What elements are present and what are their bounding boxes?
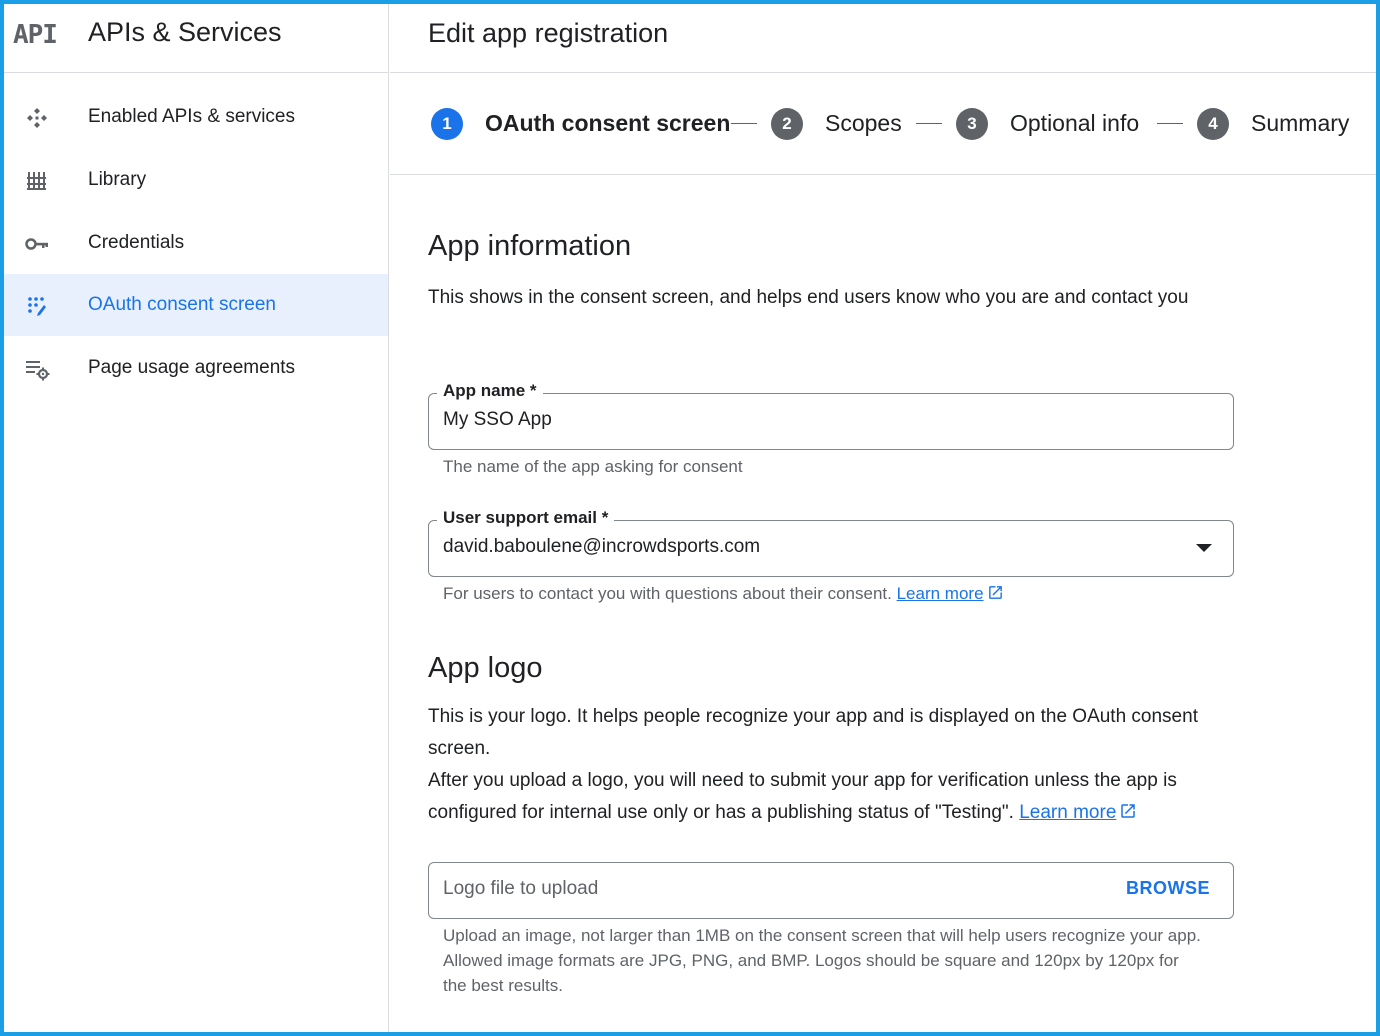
key-icon bbox=[24, 231, 50, 257]
sidebar-item-page-usage-agreements[interactable]: Page usage agreements bbox=[4, 337, 388, 399]
step-divider bbox=[1157, 123, 1183, 124]
user-support-email-select[interactable]: User support email * david.baboulene@inc… bbox=[428, 508, 1234, 577]
app-logo-title: App logo bbox=[428, 652, 543, 684]
app-name-label: App name * bbox=[437, 381, 543, 401]
library-icon bbox=[24, 168, 50, 194]
main-content: Edit app registration 1 OAuth consent sc… bbox=[390, 4, 1376, 1032]
step-3-number[interactable]: 3 bbox=[956, 108, 988, 140]
learn-more-link[interactable]: Learn more bbox=[1019, 802, 1116, 823]
sidebar-item-label: OAuth consent screen bbox=[88, 294, 276, 315]
app-logo-description-2: After you upload a logo, you will need t… bbox=[428, 765, 1228, 829]
sidebar-item-oauth-consent-screen[interactable]: OAuth consent screen bbox=[4, 274, 388, 336]
step-4-number[interactable]: 4 bbox=[1197, 108, 1229, 140]
settings-list-icon bbox=[24, 356, 50, 382]
app-information-description: This shows in the consent screen, and he… bbox=[428, 287, 1189, 308]
app-name-helper: The name of the app asking for consent bbox=[443, 457, 743, 476]
stepper: 1 OAuth consent screen 2 Scopes 3 Option… bbox=[390, 74, 1376, 175]
sidebar: API APIs & Services Enabled APIs & servi… bbox=[4, 4, 389, 1032]
user-support-email-value[interactable]: david.baboulene@incrowdsports.com bbox=[443, 536, 760, 558]
step-1-number[interactable]: 1 bbox=[431, 108, 463, 140]
step-divider bbox=[731, 123, 757, 124]
api-logo: API bbox=[13, 20, 58, 50]
step-1-label[interactable]: OAuth consent screen bbox=[485, 108, 730, 138]
sidebar-item-label: Page usage agreements bbox=[88, 357, 296, 378]
external-link-icon bbox=[1121, 804, 1136, 818]
external-link-icon bbox=[988, 586, 1002, 599]
app-logo-description-1: This is your logo. It helps people recog… bbox=[428, 706, 1198, 759]
user-support-email-label: User support email * bbox=[437, 508, 615, 528]
sidebar-header: API APIs & Services bbox=[4, 4, 388, 73]
app-information-title: App information bbox=[428, 230, 632, 262]
sidebar-item-library[interactable]: Library bbox=[4, 149, 388, 211]
sidebar-item-credentials[interactable]: Credentials bbox=[4, 212, 388, 274]
browse-button[interactable]: BROWSE bbox=[1126, 878, 1210, 899]
logo-upload-field[interactable]: Logo file to upload BROWSE bbox=[428, 862, 1234, 919]
page-header: Edit app registration bbox=[390, 4, 1376, 73]
user-support-email-helper-text: For users to contact you with questions … bbox=[443, 584, 892, 603]
dropdown-arrow-icon[interactable] bbox=[1196, 544, 1212, 552]
step-3-label[interactable]: Optional info bbox=[1010, 108, 1139, 138]
app-name-field[interactable]: App name * My SSO App bbox=[428, 381, 1234, 450]
sidebar-title: APIs & Services bbox=[88, 17, 282, 47]
sidebar-item-label: Credentials bbox=[88, 232, 185, 253]
step-2-number[interactable]: 2 bbox=[771, 108, 803, 140]
logo-upload-placeholder[interactable]: Logo file to upload bbox=[443, 878, 598, 900]
sidebar-item-enabled-apis[interactable]: Enabled APIs & services bbox=[4, 86, 388, 148]
step-4-label[interactable]: Summary bbox=[1251, 108, 1349, 138]
step-2-label[interactable]: Scopes bbox=[825, 108, 902, 138]
learn-more-link[interactable]: Learn more bbox=[897, 584, 984, 603]
logo-upload-helper: Upload an image, not larger than 1MB on … bbox=[443, 926, 1201, 995]
app-name-input[interactable]: My SSO App bbox=[443, 409, 552, 431]
sidebar-item-label: Library bbox=[88, 169, 147, 190]
page-title: Edit app registration bbox=[428, 18, 669, 48]
sidebar-item-label: Enabled APIs & services bbox=[88, 106, 295, 127]
consent-screen-icon bbox=[24, 293, 50, 319]
enabled-apis-icon bbox=[24, 105, 50, 131]
app-logo-description: This is your logo. It helps people recog… bbox=[428, 701, 1228, 829]
step-divider bbox=[916, 123, 942, 124]
user-support-email-helper: For users to contact you with questions … bbox=[443, 581, 1223, 606]
